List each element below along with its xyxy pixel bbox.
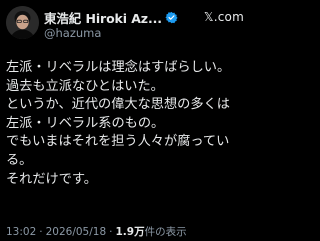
post-line: というか、近代の偉大な思想の多くは	[6, 97, 230, 113]
post-line: でもいまはそれを担う人々が腐ってい	[6, 134, 230, 150]
post-meta: 13:02 · 2026/05/18 · 1.9万件の表示	[6, 224, 187, 239]
post-date[interactable]: 2026/05/18	[46, 226, 107, 238]
avatar[interactable]	[6, 6, 39, 39]
post-line: 左派・リベラル系のもの。	[6, 115, 165, 131]
post-header: 東浩紀 Hiroki Az... @hazuma 𝕏.com	[6, 6, 244, 46]
meta-separator: ·	[109, 226, 113, 238]
verified-badge-icon	[165, 11, 178, 23]
avatar-portrait-icon	[6, 6, 39, 39]
brand-text: 𝕏.com	[203, 10, 244, 24]
handle[interactable]: @hazuma	[44, 26, 101, 40]
display-name[interactable]: 東浩紀 Hiroki Az...	[44, 8, 162, 27]
views-count: 1.9万	[115, 226, 145, 238]
post-line: それだけです。	[6, 171, 97, 187]
post-line: 過去も立派なひとはいた。	[6, 78, 164, 94]
post-line: る。	[6, 152, 33, 168]
post-card: 東浩紀 Hiroki Az... @hazuma 𝕏.com 左派・リベラルは理…	[0, 0, 250, 241]
meta-separator: ·	[39, 226, 43, 238]
post-body: 左派・リベラルは理念はすばらしい。 過去も立派なひとはいた。 というか、近代の偉…	[6, 59, 250, 189]
name-row: 東浩紀 Hiroki Az...	[44, 8, 178, 27]
post-time[interactable]: 13:02	[6, 226, 36, 238]
post-line: 左派・リベラルは理念はすばらしい。	[6, 60, 231, 75]
brand-mark[interactable]: 𝕏.com	[204, 10, 244, 24]
views-label: 件の表示	[144, 226, 187, 238]
